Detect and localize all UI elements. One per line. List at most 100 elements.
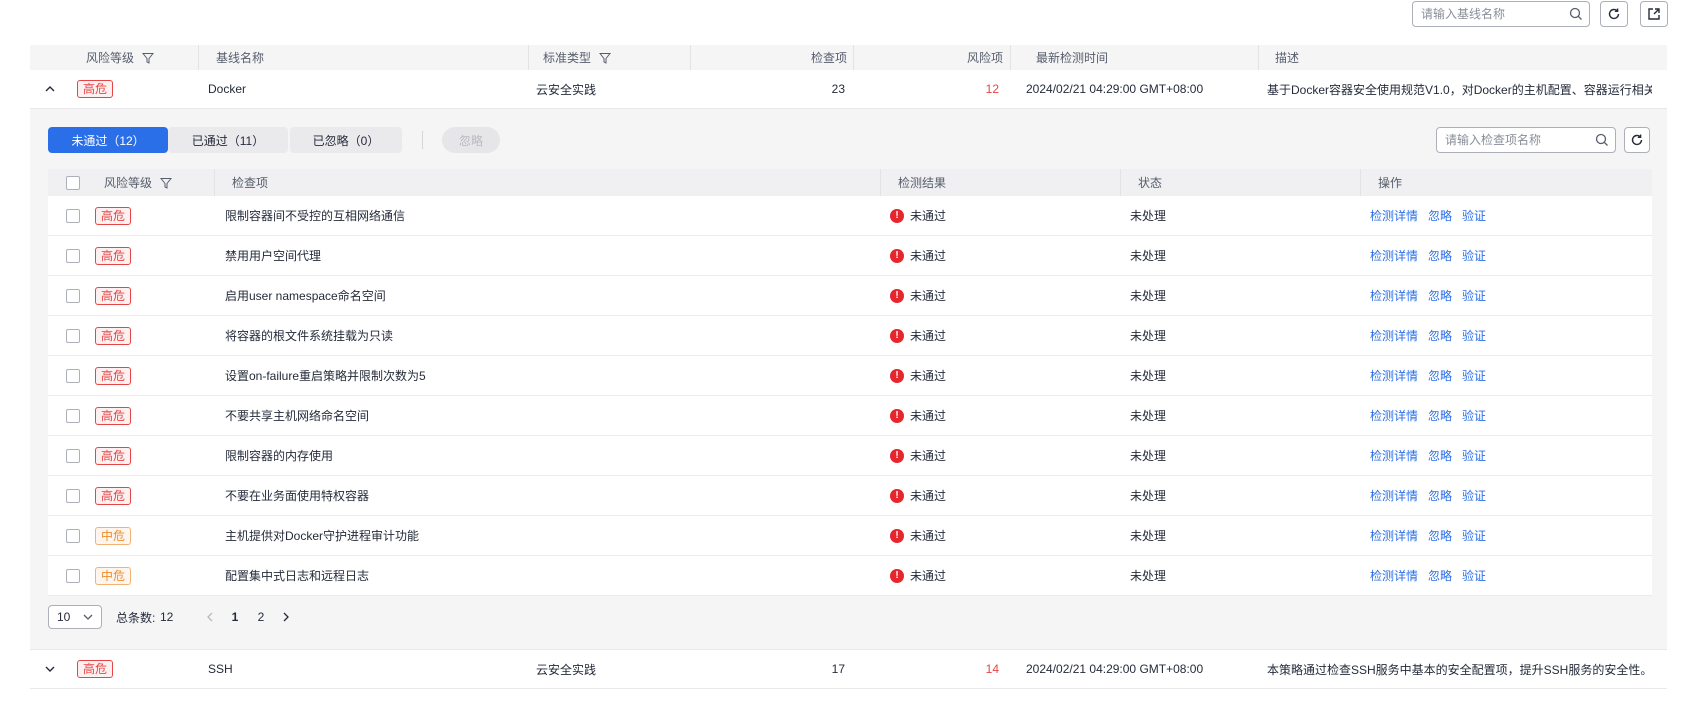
baseline-name: SSH (208, 662, 233, 676)
tab-ignored[interactable]: 已忽略（0） (290, 127, 402, 153)
row-checkbox[interactable] (66, 528, 80, 543)
baseline-row-docker[interactable]: 高危 Docker 云安全实践 23 12 2024/02/21 04:29:0… (30, 70, 1667, 109)
check-result: ! 未通过 (890, 556, 946, 595)
table-row[interactable]: 高危 不要在业务面使用特权容器 ! 未通过 未处理 检测详情 忽略 验证 (48, 476, 1652, 516)
verify-link[interactable]: 验证 (1462, 407, 1486, 424)
ignore-link[interactable]: 忽略 (1428, 447, 1452, 464)
detail-link[interactable]: 检测详情 (1370, 527, 1418, 544)
ignore-link[interactable]: 忽略 (1428, 207, 1452, 224)
detail-link[interactable]: 检测详情 (1370, 247, 1418, 264)
col-standard-type[interactable]: 标准类型 (543, 45, 612, 70)
risk-badge: 高危 (95, 486, 132, 505)
filter-icon[interactable] (160, 177, 173, 189)
filter-icon[interactable] (599, 52, 612, 64)
tab-passed[interactable]: 已通过（11） (168, 127, 288, 153)
refresh-button[interactable] (1600, 1, 1628, 27)
row-checkbox[interactable] (66, 368, 80, 383)
verify-link[interactable]: 验证 (1462, 327, 1486, 344)
ignore-link[interactable]: 忽略 (1428, 287, 1452, 304)
page-2[interactable]: 2 (250, 605, 272, 629)
expand-chevron-icon[interactable] (44, 650, 56, 688)
risk-badge: 高危 (95, 446, 132, 465)
check-item-search[interactable] (1436, 127, 1616, 153)
row-checkbox[interactable] (66, 328, 80, 343)
ignore-link[interactable]: 忽略 (1428, 487, 1452, 504)
table-row[interactable]: 高危 限制容器间不受控的互相网络通信 ! 未通过 未处理 检测详情 忽略 验证 (48, 196, 1652, 236)
risk-badge: 高危 (95, 326, 132, 345)
col-risk-items: 风险项 (966, 51, 1003, 65)
check-item-name: 将容器的根文件系统挂载为只读 (225, 329, 394, 343)
verify-link[interactable]: 验证 (1462, 207, 1486, 224)
table-row[interactable]: 中危 主机提供对Docker守护进程审计功能 ! 未通过 未处理 检测详情 忽略 验证 (48, 516, 1652, 556)
verify-link[interactable]: 验证 (1462, 527, 1486, 544)
ignore-link[interactable]: 忽略 (1428, 527, 1452, 544)
baseline-row-ssh[interactable]: 高危 SSH 云安全实践 17 14 2024/02/21 04:29:00 G… (30, 649, 1667, 689)
table-row[interactable]: 中危 配置集中式日志和远程日志 ! 未通过 未处理 检测详情 忽略 验证 (48, 556, 1652, 596)
next-page-icon[interactable] (276, 605, 296, 629)
tab-failed[interactable]: 未通过（12） (48, 127, 168, 153)
row-actions: 检测详情 忽略 验证 (1370, 556, 1496, 595)
table-row[interactable]: 高危 设置on-failure重启策略并限制次数为5 ! 未通过 未处理 检测详情 忽略 验证 (48, 356, 1652, 396)
risk-badge: 中危 (95, 526, 132, 545)
col-status: 状态 (1138, 176, 1163, 190)
table-row[interactable]: 高危 不要共享主机网络命名空间 ! 未通过 未处理 检测详情 忽略 验证 (48, 396, 1652, 436)
risk-badge: 高危 (77, 80, 114, 98)
detail-link[interactable]: 检测详情 (1370, 207, 1418, 224)
row-checkbox[interactable] (66, 568, 80, 583)
verify-link[interactable]: 验证 (1462, 287, 1486, 304)
row-actions: 检测详情 忽略 验证 (1370, 476, 1496, 515)
prev-page-icon[interactable] (200, 605, 220, 629)
ignore-link[interactable]: 忽略 (1428, 247, 1452, 264)
detail-link[interactable]: 检测详情 (1370, 287, 1418, 304)
check-item-search-input[interactable] (1437, 128, 1589, 152)
verify-link[interactable]: 验证 (1462, 567, 1486, 584)
collapse-chevron-icon[interactable] (44, 70, 56, 108)
verify-link[interactable]: 验证 (1462, 447, 1486, 464)
detail-link[interactable]: 检测详情 (1370, 407, 1418, 424)
verify-link[interactable]: 验证 (1462, 247, 1486, 264)
verify-link[interactable]: 验证 (1462, 367, 1486, 384)
check-result: ! 未通过 (890, 236, 946, 275)
check-result: ! 未通过 (890, 476, 946, 515)
detail-refresh-button[interactable] (1624, 127, 1650, 153)
filter-icon[interactable] (142, 52, 155, 64)
select-all-checkbox[interactable] (66, 175, 80, 190)
detail-link[interactable]: 检测详情 (1370, 447, 1418, 464)
baseline-search[interactable] (1412, 1, 1590, 27)
check-result: ! 未通过 (890, 436, 946, 475)
table-row[interactable]: 高危 禁用用户空间代理 ! 未通过 未处理 检测详情 忽略 验证 (48, 236, 1652, 276)
row-checkbox[interactable] (66, 248, 80, 263)
row-checkbox[interactable] (66, 488, 80, 503)
baseline-search-input[interactable] (1413, 2, 1563, 26)
latest-check-time: 2024/02/21 04:29:00 GMT+08:00 (1026, 82, 1204, 96)
ignore-link[interactable]: 忽略 (1428, 567, 1452, 584)
detail-link[interactable]: 检测详情 (1370, 567, 1418, 584)
search-icon[interactable] (1563, 7, 1589, 21)
search-icon[interactable] (1589, 133, 1615, 147)
ignore-link[interactable]: 忽略 (1428, 327, 1452, 344)
check-result: ! 未通过 (890, 396, 946, 435)
row-checkbox[interactable] (66, 288, 80, 303)
export-button[interactable] (1640, 1, 1668, 27)
col-risk-level[interactable]: 风险等级 (104, 169, 173, 196)
table-row[interactable]: 高危 启用user namespace命名空间 ! 未通过 未处理 检测详情 忽略 验证 (48, 276, 1652, 316)
row-checkbox[interactable] (66, 208, 80, 223)
check-status: 未处理 (1130, 489, 1167, 503)
row-checkbox[interactable] (66, 448, 80, 463)
col-risk-level[interactable]: 风险等级 (86, 45, 155, 70)
row-checkbox[interactable] (66, 408, 80, 423)
total-label: 总条数: (116, 610, 156, 625)
table-row[interactable]: 高危 限制容器的内存使用 ! 未通过 未处理 检测详情 忽略 验证 (48, 436, 1652, 476)
risk-count: 12 (985, 82, 999, 96)
page-1[interactable]: 1 (224, 605, 246, 629)
table-row[interactable]: 高危 将容器的根文件系统挂载为只读 ! 未通过 未处理 检测详情 忽略 验证 (48, 316, 1652, 356)
ignore-button[interactable]: 忽略 (442, 127, 500, 153)
detail-link[interactable]: 检测详情 (1370, 367, 1418, 384)
ignore-link[interactable]: 忽略 (1428, 367, 1452, 384)
detail-link[interactable]: 检测详情 (1370, 487, 1418, 504)
verify-link[interactable]: 验证 (1462, 487, 1486, 504)
detail-link[interactable]: 检测详情 (1370, 327, 1418, 344)
error-icon: ! (890, 288, 904, 303)
page-size-select[interactable]: 10 (48, 605, 102, 629)
ignore-link[interactable]: 忽略 (1428, 407, 1452, 424)
